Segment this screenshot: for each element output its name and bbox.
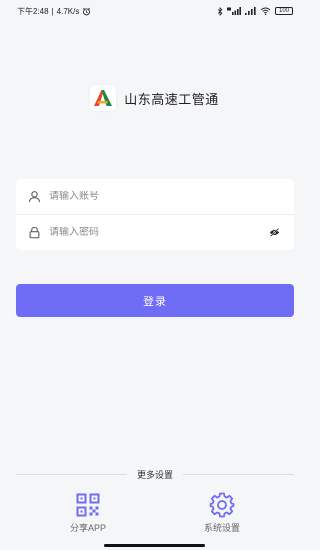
user-icon [27,190,41,204]
password-field [16,215,294,250]
bluetooth-icon [217,6,223,16]
lock-icon [27,226,41,240]
bottom-actions: 分享APP 系统设置 [0,492,309,534]
divider-left [16,473,127,475]
share-app-label: 分享APP [69,523,106,533]
login-button[interactable]: 登录 [16,284,294,317]
login-form [16,179,294,250]
status-right: 100 [217,6,293,16]
divider-right [183,473,295,475]
home-indicator [104,544,205,547]
app-name: 山东高速工管通 [124,91,219,107]
system-settings-label: 系统设置 [203,523,240,533]
app-logo [90,85,117,111]
more-settings-label: 更多设置 [137,469,174,480]
alarm-icon [82,7,91,16]
password-input[interactable] [49,227,268,238]
more-settings-divider: 更多设置 [16,467,295,481]
gear-icon [209,492,235,518]
qr-code-icon [75,492,101,518]
system-settings-button[interactable]: 系统设置 [182,492,262,534]
account-input[interactable] [49,191,280,202]
account-field [16,179,294,214]
cellular-icon [245,7,256,15]
battery-indicator: 100 [275,7,293,15]
status-time: 下午2:48 [17,6,49,16]
eye-off-icon[interactable] [268,227,280,239]
cellular-4g-icon [227,7,241,15]
network-speed: 4.7K/s [56,6,80,16]
status-bar: 下午2:48 | 4.7K/s 100 [0,0,309,22]
app-header: 山东高速工管通 [0,84,309,112]
wifi-icon [260,7,271,15]
status-left: 下午2:48 | 4.7K/s [17,6,91,17]
share-app-button[interactable]: 分享APP [48,492,128,534]
status-separator: | [51,6,54,16]
